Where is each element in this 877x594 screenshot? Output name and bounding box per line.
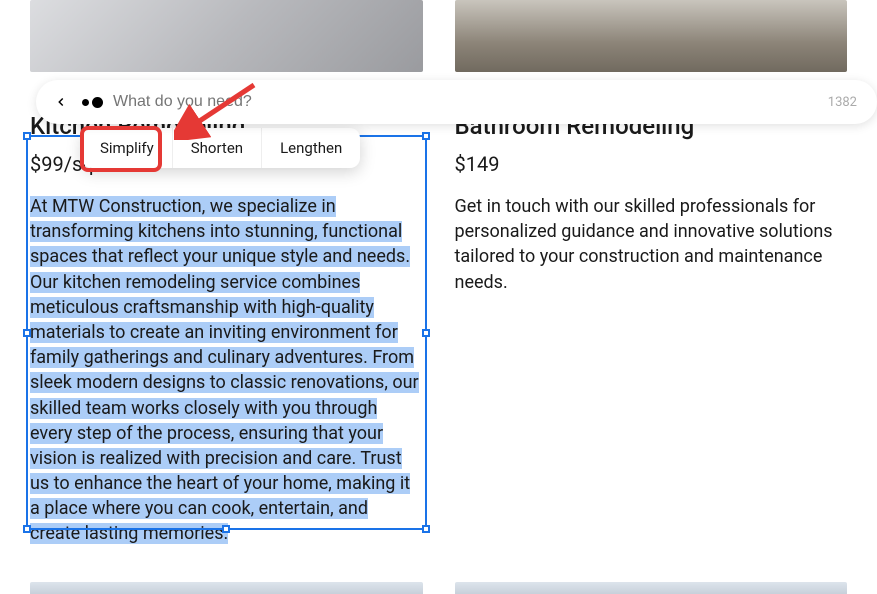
pill-shorten[interactable]: Shorten [173,128,262,168]
card-image-right [455,0,848,72]
bottom-image-right [455,582,848,594]
card-desc-left[interactable]: At MTW Construction, we specialize in tr… [30,194,423,547]
char-count: 1382 [828,95,857,110]
card-image-left [30,0,423,72]
ai-prompt-toolbar: 1382 [36,80,877,124]
bottom-image-left [30,582,423,594]
card-price-right[interactable]: $149 [455,152,848,176]
resize-handle-mr[interactable] [422,329,430,337]
ai-logo-icon [82,97,103,108]
card-desc-right[interactable]: Get in touch with our skilled profession… [455,194,848,295]
selected-text[interactable]: At MTW Construction, we specialize in tr… [30,196,419,544]
resize-handle-br[interactable] [422,525,430,533]
pill-lengthen[interactable]: Lengthen [262,128,360,168]
ai-prompt-input[interactable] [113,93,818,111]
back-button[interactable] [50,91,72,113]
resize-handle-tr[interactable] [422,132,430,140]
bottom-image-row [30,582,847,594]
ai-suggestion-pills: Simplify Shorten Lengthen [82,128,360,168]
pill-simplify[interactable]: Simplify [82,128,173,168]
